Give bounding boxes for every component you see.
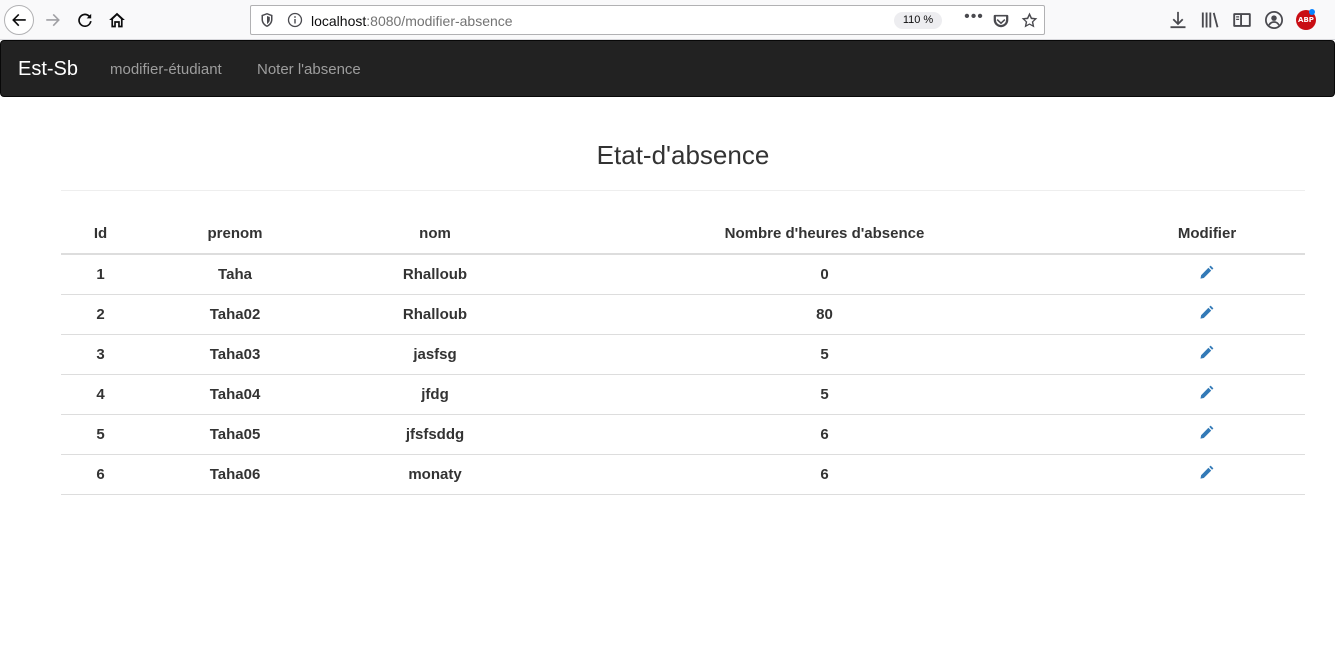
table-header-row: Id prenom nom Nombre d'heures d'absence … [61,213,1305,255]
cell-prenom: Taha04 [140,374,330,415]
table-row: 2 Taha02 Rhalloub 80 [61,294,1305,335]
pencil-icon[interactable] [1199,424,1215,440]
cell-modifier [1109,254,1305,295]
table-row: 6 Taha06 monaty 6 [61,454,1305,495]
reload-button[interactable] [70,5,100,35]
cell-id: 2 [61,294,140,335]
url-path: :8080/modifier-absence [366,13,513,29]
column-header-heures: Nombre d'heures d'absence [540,213,1109,255]
cell-nom: jasfsg [330,334,540,375]
table-row: 3 Taha03 jasfsg 5 [61,334,1305,375]
cell-modifier [1109,454,1305,495]
column-header-id: Id [61,213,140,255]
nav-link-modifier-etudiant[interactable]: modifier-étudiant [110,61,222,79]
forward-arrow-icon [46,13,60,27]
cell-nom: Rhalloub [330,254,540,295]
cell-heures: 5 [540,334,1109,375]
cell-heures: 6 [540,414,1109,455]
cell-id: 3 [61,334,140,375]
cell-nom: monaty [330,454,540,495]
table-row: 5 Taha05 jfsfsddg 6 [61,414,1305,455]
account-icon[interactable] [1264,10,1284,30]
cell-modifier [1109,414,1305,455]
cell-nom: jfdg [330,374,540,415]
shield-icon[interactable] [259,12,275,28]
cell-prenom: Taha05 [140,414,330,455]
cell-id: 6 [61,454,140,495]
address-bar[interactable]: localhost:8080/modifier-absence 110 % ••… [250,5,1045,35]
back-arrow-icon [12,13,26,27]
cell-modifier [1109,374,1305,415]
column-header-modifier: Modifier [1109,213,1305,255]
cell-modifier [1109,294,1305,335]
column-header-prenom: prenom [140,213,330,255]
reload-icon [78,13,92,28]
cell-id: 1 [61,254,140,295]
pencil-icon[interactable] [1199,464,1215,480]
star-icon[interactable] [1020,11,1039,30]
forward-button[interactable] [38,5,68,35]
cell-prenom: Taha03 [140,334,330,375]
url-host: localhost [311,13,367,29]
nav-link-noter-absence[interactable]: Noter l'absence [257,61,361,79]
home-icon [109,12,125,28]
cell-nom: Rhalloub [330,294,540,335]
pocket-icon[interactable] [992,12,1010,30]
library-icon[interactable] [1200,10,1220,30]
pencil-icon[interactable] [1199,304,1215,320]
cell-id: 4 [61,374,140,415]
cell-prenom: Taha06 [140,454,330,495]
cell-prenom: Taha02 [140,294,330,335]
cell-heures: 5 [540,374,1109,415]
back-button[interactable] [4,5,34,35]
table-row: 4 Taha04 jfdg 5 [61,374,1305,415]
cell-prenom: Taha [140,254,330,295]
table-row: 1 Taha Rhalloub 0 [61,254,1305,295]
absence-table: Id prenom nom Nombre d'heures d'absence … [61,213,1305,495]
zoom-level-badge[interactable]: 110 % [894,12,942,29]
brand-link[interactable]: Est-Sb [18,58,78,80]
browser-toolbar: localhost:8080/modifier-absence 110 % ••… [0,0,1335,40]
download-icon[interactable] [1168,10,1188,30]
pencil-icon[interactable] [1199,384,1215,400]
cell-heures: 80 [540,294,1109,335]
pencil-icon[interactable] [1199,344,1215,360]
cell-heures: 6 [540,454,1109,495]
page-actions-more-icon[interactable]: ••• [963,9,985,28]
cell-heures: 0 [540,254,1109,295]
cell-nom: jfsfsddg [330,414,540,455]
notification-dot-icon [1309,9,1315,15]
url-text[interactable]: localhost:8080/modifier-absence [311,12,513,30]
page-title: Etat-d'absence [596,140,770,170]
title-divider [61,190,1305,191]
info-icon[interactable] [287,12,303,28]
column-header-nom: nom [330,213,540,255]
app-navbar: Est-Sb modifier-étudiant Noter l'absence [0,40,1335,97]
cell-modifier [1109,334,1305,375]
table-body: 1 Taha Rhalloub 0 2 Taha02 Rhalloub 80 3 Taha03 ja… [61,254,1305,495]
home-button[interactable] [102,5,132,35]
cell-id: 5 [61,414,140,455]
pencil-icon[interactable] [1199,264,1215,280]
sidebar-icon[interactable] [1232,10,1252,30]
